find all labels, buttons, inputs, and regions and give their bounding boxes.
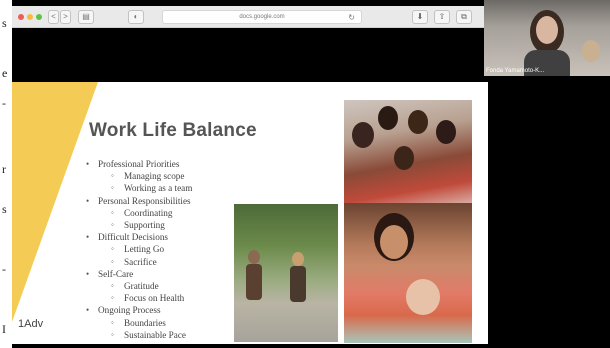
edge-glyph: I: [2, 322, 6, 336]
reload-icon[interactable]: ↻: [348, 11, 355, 24]
edge-glyph: s: [2, 202, 7, 216]
person-head: [378, 106, 398, 130]
sub-bullet-item: Managing scope: [84, 170, 192, 182]
face: [380, 225, 408, 259]
back-button[interactable]: <: [48, 10, 59, 24]
baby-head: [406, 279, 440, 315]
download-icon[interactable]: ⬇: [412, 10, 428, 24]
sub-bullet-item: Sustainable Pace: [84, 329, 192, 341]
minimize-window-button[interactable]: [27, 14, 33, 20]
presentation-slide: Work Life Balance Professional Prioritie…: [12, 82, 488, 344]
edge-glyph: -: [2, 96, 6, 110]
person-head: [408, 110, 428, 134]
edge-glyph: e: [2, 66, 8, 80]
left-edge-strip: s e - r s - I: [0, 0, 12, 348]
child-head: [292, 252, 304, 266]
person-head: [436, 120, 456, 144]
share-icon[interactable]: ⇧: [434, 10, 450, 24]
address-bar[interactable]: docs.google.com ↻: [162, 10, 362, 24]
participant-face: [536, 16, 558, 44]
sub-bullet-item: Letting Go: [84, 243, 192, 255]
participant-name: Fonda Yamamoto-K...: [486, 68, 545, 74]
fullscreen-window-button[interactable]: [36, 14, 42, 20]
bullet-item: Professional Priorities: [84, 158, 192, 170]
bullet-item: Ongoing Process: [84, 304, 192, 316]
slide-title: Work Life Balance: [89, 120, 257, 141]
edge-glyph: -: [2, 262, 6, 276]
close-window-button[interactable]: [18, 14, 24, 20]
person-head: [352, 122, 374, 148]
sub-bullet-item: Working as a team: [84, 182, 192, 194]
url-text: docs.google.com: [239, 14, 285, 20]
company-logo: 1Adv: [18, 318, 44, 330]
edge-glyph: r: [2, 162, 6, 176]
bullet-list: Professional Priorities Managing scope W…: [84, 158, 192, 341]
sub-bullet-item: Sacrifice: [84, 256, 192, 268]
browser-toolbar: < > ▤ ◐ docs.google.com ↻ ⬇ ⇧ ⧉: [12, 6, 484, 28]
mother-baby-photo: [344, 203, 472, 343]
sidebar-icon[interactable]: ▤: [78, 10, 94, 24]
bullet-item: Self-Care: [84, 268, 192, 280]
children-photo: [234, 204, 338, 342]
person-head: [394, 146, 414, 170]
sub-bullet-item: Boundaries: [84, 317, 192, 329]
tabs-icon[interactable]: ⧉: [456, 10, 472, 24]
edge-glyph: s: [2, 16, 7, 30]
group-photo: [344, 100, 472, 215]
sub-bullet-item: Focus on Health: [84, 292, 192, 304]
child-body: [246, 264, 262, 300]
background-person: [582, 40, 600, 62]
bullet-item: Difficult Decisions: [84, 231, 192, 243]
child-body: [290, 266, 306, 302]
child-head: [248, 250, 260, 264]
sub-bullet-item: Supporting: [84, 219, 192, 231]
sub-bullet-item: Coordinating: [84, 207, 192, 219]
sub-bullet-item: Gratitude: [84, 280, 192, 292]
participant-video[interactable]: Fonda Yamamoto-K...: [484, 0, 610, 76]
shield-icon[interactable]: ◐: [128, 10, 144, 24]
bullet-item: Personal Responsibilities: [84, 195, 192, 207]
forward-button[interactable]: >: [60, 10, 71, 24]
